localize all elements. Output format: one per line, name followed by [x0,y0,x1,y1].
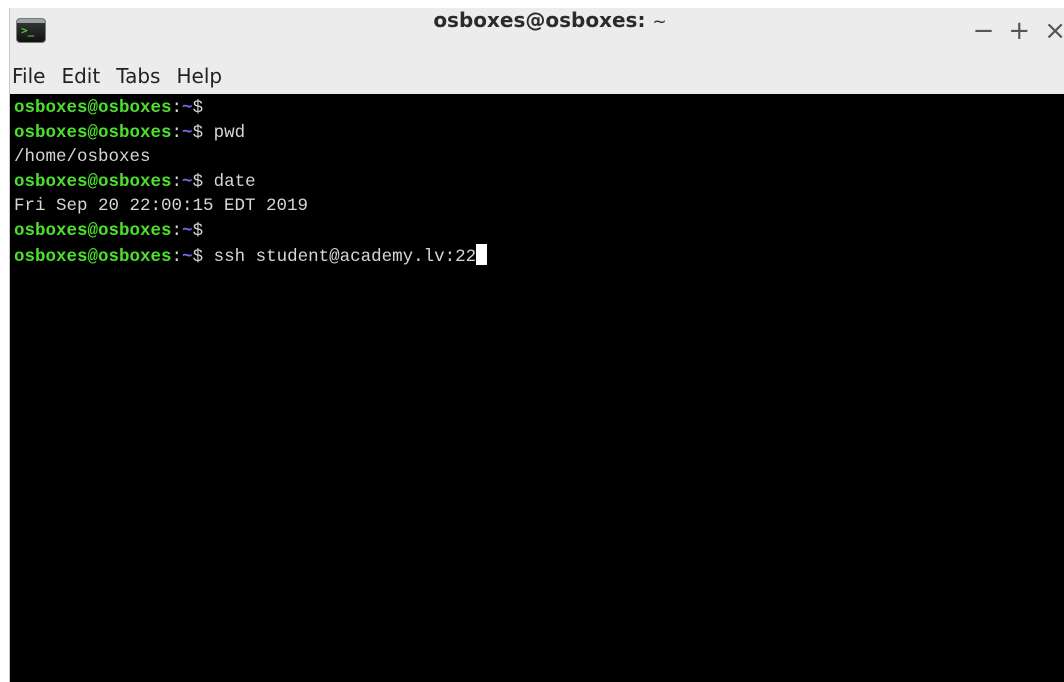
command-text: ssh student@academy.lv:22 [203,246,477,267]
terminal-line: osboxes@osboxes:~$ ssh student@academy.l… [14,243,1064,269]
window-title-main: osboxes@osboxes: [433,8,646,32]
terminal-window: >_ osboxes@osboxes: ~ − + × File Edit Ta… [10,8,1064,682]
terminal-line: osboxes@osboxes:~$ pwd [14,121,1064,146]
terminal-line: Fri Sep 20 22:00:15 EDT 2019 [14,194,1064,219]
prompt-path: ~ [182,122,193,143]
window-title-suffix: ~ [652,12,667,32]
menu-tabs[interactable]: Tabs [116,60,160,92]
prompt-symbol: $ [192,246,204,267]
text-cursor [476,243,488,265]
terminal-line: /home/osboxes [14,145,1064,170]
terminal-line: osboxes@osboxes:~$ date [14,170,1064,195]
prompt-user-host: osboxes@osboxes [14,171,172,192]
prompt-path: ~ [182,246,193,267]
prompt-separator: : [171,98,183,118]
window-controls: − + × [973,14,1064,48]
prompt-separator: : [171,171,183,192]
prompt-separator: : [171,246,183,267]
prompt-user-host: osboxes@osboxes [14,246,172,267]
maximize-icon[interactable]: + [1008,14,1030,48]
menu-help[interactable]: Help [176,60,222,92]
menu-file[interactable]: File [12,60,45,92]
minimize-icon[interactable]: − [973,14,995,48]
command-text: pwd [203,122,246,143]
prompt-separator: : [171,220,183,241]
prompt-symbol: $ [192,220,204,241]
prompt-user-host: osboxes@osboxes [14,122,172,143]
prompt-symbol: $ [192,122,204,143]
title-bar[interactable]: >_ osboxes@osboxes: ~ − + × [10,8,1064,54]
prompt-separator: : [171,122,183,143]
prompt-path: ~ [182,98,193,118]
terminal-line: osboxes@osboxes:~$ [14,96,1064,121]
prompt-path: ~ [182,220,193,241]
prompt-user-host: osboxes@osboxes [14,98,172,118]
terminal-output[interactable]: osboxes@osboxes:~$ osboxes@osboxes:~$ pwd… [10,94,1064,682]
terminal-line: osboxes@osboxes:~$ [14,219,1064,244]
menu-bar: File Edit Tabs Help [10,60,222,92]
output-text: Fri Sep 20 22:00:15 EDT 2019 [14,196,309,217]
menu-edit[interactable]: Edit [61,60,100,92]
prompt-symbol: $ [192,171,204,192]
window-title: osboxes@osboxes: ~ [10,8,1064,54]
command-text: date [203,171,256,192]
prompt-user-host: osboxes@osboxes [14,220,172,241]
output-text: /home/osboxes [14,147,151,168]
close-icon[interactable]: × [1044,14,1064,48]
prompt-path: ~ [182,171,193,192]
prompt-symbol: $ [192,98,204,118]
